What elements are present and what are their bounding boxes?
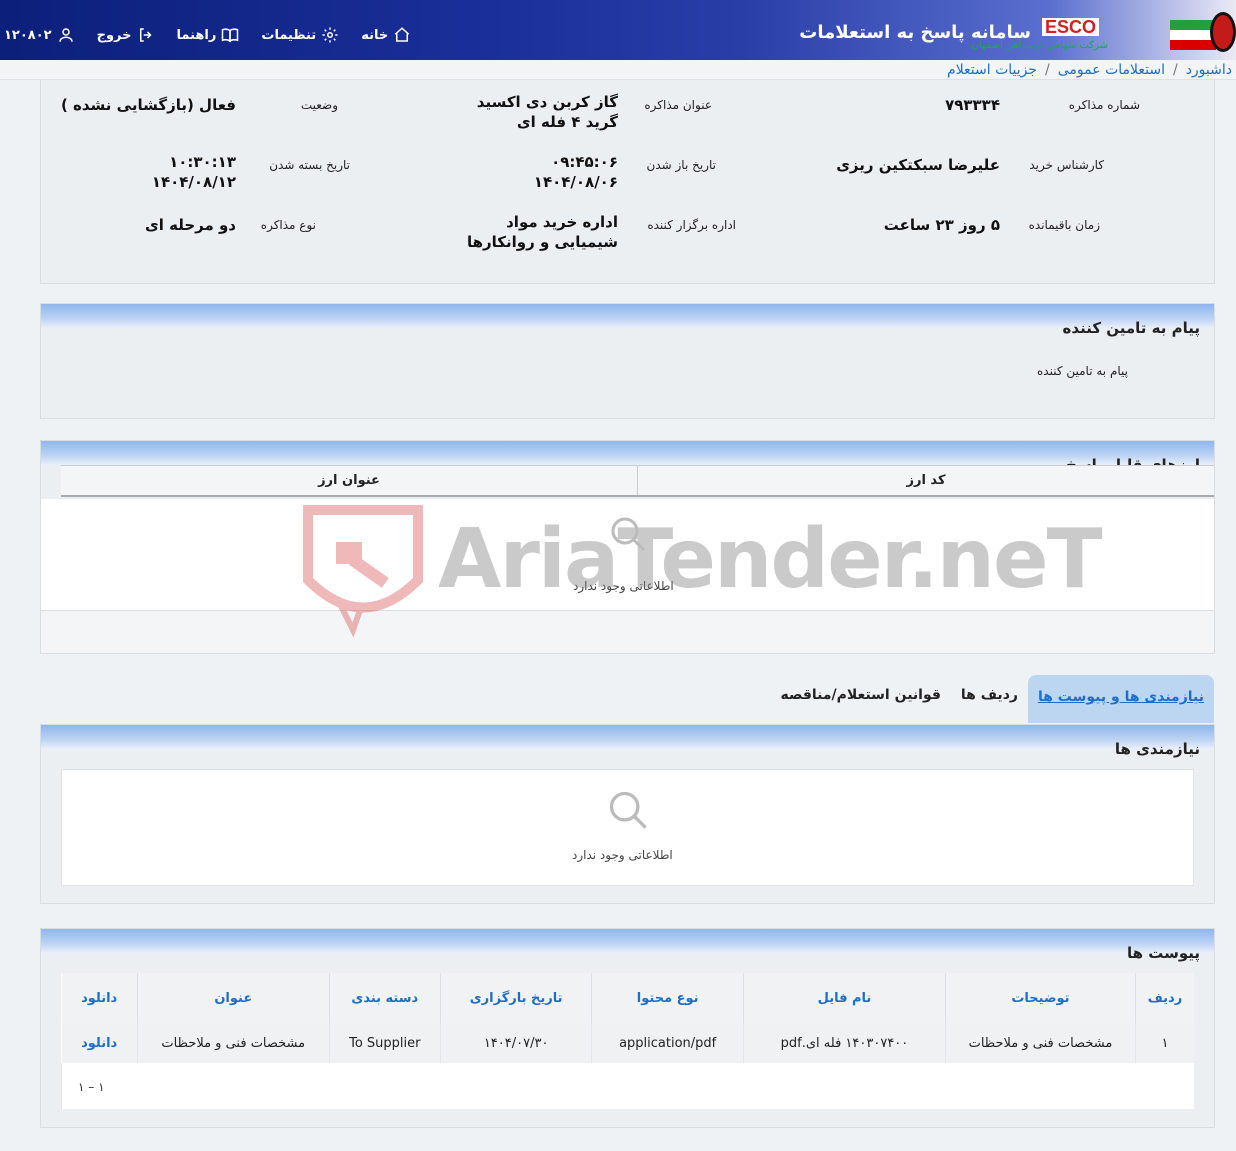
column-download[interactable]: دانلود: [61, 973, 138, 1023]
esco-logo: ESCO: [1041, 18, 1099, 36]
panel-title: پیام به تامین کننده: [41, 304, 1214, 337]
column-currency-code[interactable]: کد ارز: [637, 466, 1214, 495]
tab-requirements-attachments[interactable]: نیازمندی ها و پیوست ها: [1027, 675, 1214, 723]
close-date-value: ۱۰:۳۰:۱۳ ۱۴۰۴/۰۸/۱۲: [151, 153, 236, 191]
table-row: ۱ مشخصات فنی و ملاحظات ۱۴۰۳۰۷۴۰۰ فله ای.…: [61, 1023, 1194, 1063]
cell-title: مشخصات فنی و ملاحظات: [136, 1023, 330, 1063]
table-header-row: ردیف توضیحات نام فایل نوع محتوا تاریخ با…: [61, 973, 1194, 1023]
status-label: وضعیت: [300, 98, 338, 112]
cell-category: To Supplier: [328, 1023, 441, 1063]
empty-state-text: اطلاعاتی وجود ندارد: [572, 848, 673, 862]
column-title[interactable]: عنوان: [136, 973, 330, 1023]
home-label: خانه: [361, 27, 389, 43]
settings-label: تنظیمات: [261, 27, 317, 43]
user-menu[interactable]: ۱۲۰۸۰۲: [4, 26, 75, 44]
status-value: فعال (بازگشایی نشده ): [60, 96, 236, 114]
column-file-name[interactable]: نام فایل: [742, 973, 946, 1023]
user-icon: [58, 28, 73, 42]
company-name: شرکت سهامی ذوب آهن اصفهان: [971, 40, 1108, 51]
search-icon: [611, 517, 646, 552]
breadcrumb-inquiry-details[interactable]: جزییات استعلام: [947, 62, 1037, 78]
user-id-label: ۱۲۰۸۰۲: [4, 27, 52, 43]
column-currency-title[interactable]: عنوان ارز: [61, 466, 637, 495]
company-emblem-icon: [1210, 12, 1236, 52]
home-button[interactable]: خانه: [361, 26, 411, 44]
attachments-table: ردیف توضیحات نام فایل نوع محتوا تاریخ با…: [61, 973, 1194, 1109]
panel-title: پیوست ها: [41, 929, 1214, 962]
home-icon: [394, 27, 410, 42]
column-row[interactable]: ردیف: [1134, 973, 1194, 1023]
logout-icon: [139, 28, 152, 42]
negotiation-type-label: نوع مذاکره: [260, 218, 316, 232]
organizer-value: اداره خرید مواد شیمیایی و روانکارها: [466, 213, 618, 251]
cell-description: مشخصات فنی و ملاحظات: [944, 1023, 1136, 1063]
requirements-panel: نیازمندی ها اطلاعاتی وجود ندارد: [40, 724, 1215, 904]
search-icon: [609, 791, 647, 829]
gear-icon: [322, 27, 338, 43]
cell-row: ۱: [1134, 1023, 1194, 1063]
breadcrumb-dashboard[interactable]: داشبورد: [1186, 62, 1232, 78]
download-link[interactable]: دانلود: [61, 1023, 138, 1063]
negotiation-title-value: گاز کربن دی اکسید گرید ۴ فله ای: [476, 93, 618, 131]
help-label: راهنما: [176, 27, 217, 43]
top-nav: ۱۲۰۸۰۲ خروج راهنما تنظیمات خانه: [0, 22, 433, 48]
cell-file-name: ۱۴۰۳۰۷۴۰۰ فله ای.pdf: [742, 1023, 946, 1063]
logout-label: خروج: [96, 27, 132, 43]
book-icon: [222, 28, 239, 43]
table-footer-cell: [61, 1063, 1194, 1109]
buyer-expert-value: علیرضا سبکتکین ریزی: [836, 156, 1000, 174]
breadcrumb-separator: /: [1045, 61, 1050, 78]
empty-state-text: اطلاعاتی وجود ندارد: [573, 579, 674, 593]
help-button[interactable]: راهنما: [177, 26, 240, 44]
detail-tabs: نیازمندی ها و پیوست ها ردیف ها قوانین اس…: [770, 675, 1214, 723]
panel-title: نیازمندی ها: [41, 725, 1214, 758]
top-header: ۱۲۰۸۰۲ خروج راهنما تنظیمات خانه سامانه پ…: [0, 0, 1236, 60]
column-category[interactable]: دسته بندی: [328, 973, 441, 1023]
remaining-time-label: زمان باقیمانده: [1028, 218, 1100, 232]
pagination-info: ۱ – ۱: [78, 1080, 105, 1094]
column-content-type[interactable]: نوع محتوا: [591, 973, 744, 1023]
breadcrumb-public-inquiries[interactable]: استعلامات عمومی: [1058, 62, 1165, 78]
supplier-message-text: پیام به تامین کننده: [1037, 364, 1128, 378]
panel-title: ارزهای قابل پاسخ: [41, 441, 1214, 474]
breadcrumb-separator: /: [1172, 61, 1178, 78]
buyer-expert-label: کارشناس خرید: [1029, 158, 1104, 172]
iran-flag-icon: [1170, 20, 1216, 50]
table-footer-row: [61, 1063, 1194, 1109]
negotiation-number-value: ۷۹۳۳۳۴: [945, 96, 1000, 114]
logout-button[interactable]: خروج: [97, 26, 155, 44]
supplier-message-panel: پیام به تامین کننده پیام به تامین کننده: [40, 303, 1215, 419]
cell-content-type: application/pdf: [591, 1023, 744, 1063]
settings-button[interactable]: تنظیمات: [261, 26, 339, 44]
currency-table-header: کد ارز عنوان ارز: [61, 465, 1214, 497]
column-description[interactable]: توضیحات: [944, 973, 1136, 1023]
attachments-panel: پیوست ها ردیف توضیحات نام فایل نوع محتوا…: [40, 928, 1215, 1128]
requirements-box: اطلاعاتی وجود ندارد: [61, 769, 1194, 886]
negotiation-number-label: شماره مذاکره: [1068, 98, 1140, 112]
open-date-label: تاریخ باز شدن: [646, 158, 716, 172]
close-date-label: تاریخ بسته شدن: [269, 158, 350, 172]
tab-rules[interactable]: قوانین استعلام/مناقصه: [770, 675, 950, 723]
column-upload-date[interactable]: تاریخ بارگزاری: [439, 973, 592, 1023]
organizer-label: اداره برگزار کننده: [647, 218, 736, 232]
negotiation-type-value: دو مرحله ای: [144, 216, 236, 234]
remaining-time-value: ۵ روز ۲۳ ساعت: [883, 216, 1000, 234]
open-date-value: ۰۹:۴۵:۰۶ ۱۴۰۴/۰۸/۰۶: [533, 153, 618, 191]
tab-rows[interactable]: ردیف ها: [951, 675, 1028, 723]
inquiry-details-panel: شماره مذاکره ۷۹۳۳۳۴ عنوان مذاکره گاز کرب…: [40, 80, 1215, 284]
negotiation-title-label: عنوان مذاکره: [644, 98, 712, 112]
currency-table-footer: [41, 611, 1214, 653]
breadcrumb: داشبورد / استعلامات عمومی / جزییات استعل…: [0, 60, 1236, 80]
cell-upload-date: ۱۴۰۴/۰۷/۳۰: [439, 1023, 592, 1063]
